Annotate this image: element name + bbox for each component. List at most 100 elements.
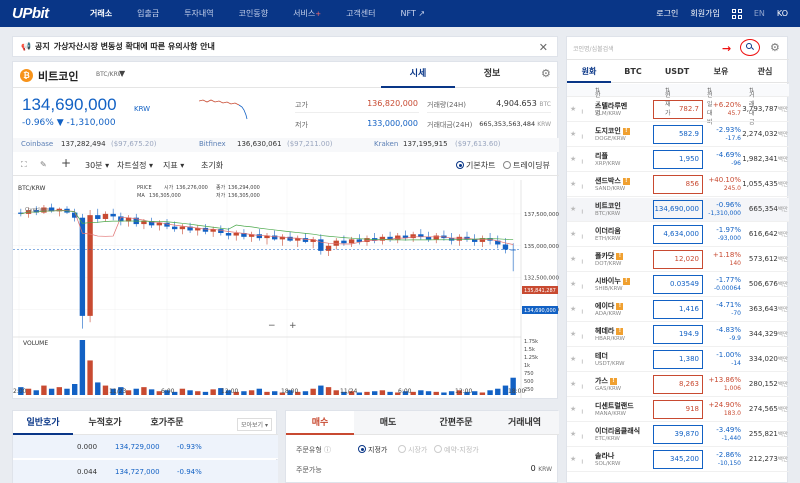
nav-service-label: 서비스 — [293, 9, 316, 18]
star-icon[interactable]: ★ — [570, 280, 576, 288]
star-icon[interactable]: ★ — [570, 230, 576, 238]
info-icon[interactable]: ⓘ — [324, 446, 331, 454]
lang-en[interactable]: EN — [754, 9, 765, 18]
nav-support[interactable]: 고객센터 — [346, 8, 375, 19]
market-row[interactable]: ★ ╷ 리플 XRP/KRW 1,950 -4.69% -96 1,982,341백만 — [567, 148, 789, 172]
nav-exchange[interactable]: 거래소 — [90, 8, 112, 19]
nav-trends[interactable]: 코인동향 — [239, 8, 268, 19]
coin-volume: 344,329백만 — [741, 330, 788, 338]
tab-holdings[interactable]: 보유 — [699, 61, 743, 83]
tab-normal-orderbook[interactable]: 일반호가 — [13, 411, 73, 435]
search-icon[interactable] — [740, 39, 760, 56]
star-icon[interactable]: ★ — [570, 305, 576, 313]
market-row[interactable]: ★ ╷ 스텔라루멘 XLM/KRW 782.7 +6.20% 45.7 3,793,787백만 — [567, 98, 789, 122]
gear-icon[interactable]: ⚙ — [541, 67, 551, 80]
tab-sell[interactable]: 매도 — [354, 411, 422, 435]
candlestick-chart[interactable]: BTC/KRW Overlays PRICE 시가 136,276,000 종가… — [13, 180, 559, 398]
market-row[interactable]: ★ ╷ 테더 USDT/KRW 1,380 -1.00% -14 334,020백만 — [567, 348, 789, 372]
orderbook-row[interactable]: 0.000 134,729,000 -0.93% — [13, 435, 278, 459]
star-icon[interactable]: ★ — [570, 455, 576, 463]
reserve-order-radio[interactable]: 예약-지정가 — [434, 445, 479, 455]
tab-simple-order[interactable]: 간편주문 — [422, 411, 490, 435]
interval-select[interactable]: 30분 ▾ — [85, 160, 109, 171]
market-row[interactable]: ★ ╷ 가스! GAS/KRW 8,263 +13.86% 1,006 280,152백만 — [567, 373, 789, 397]
col-price[interactable]: 현재가 ⇅ — [665, 87, 671, 117]
market-row[interactable]: ★ ╷ 이더리움클래식 ETC/KRW 39,870 -3.49% -1,440 255,82… — [567, 423, 789, 447]
gear-icon[interactable]: ⚙ — [770, 41, 780, 54]
candle-body — [425, 236, 432, 240]
coin-price: 856 — [653, 175, 703, 194]
market-row[interactable]: ★ ╷ 에이다! ADA/KRW 1,416 -4.71% -70 363,643백만 — [567, 298, 789, 322]
tab-btc[interactable]: BTC — [611, 61, 655, 83]
tab-info[interactable]: 정보 — [455, 62, 529, 88]
market-row[interactable]: ★ ╷ 솔라나 SOL/KRW 345,200 -2.86% -10,150 212,273백… — [567, 448, 789, 472]
coin-change-pct: +13.86% — [708, 376, 741, 384]
star-icon[interactable]: ★ — [570, 205, 576, 213]
col-name[interactable]: 한글명 ⇅ — [595, 87, 601, 117]
volume-bar — [302, 391, 309, 395]
star-icon[interactable]: ★ — [570, 380, 576, 388]
candle-body — [502, 244, 509, 250]
market-row[interactable]: ★ ╷ 디센트럴랜드 MANA/KRW 918 +24.90% 183.0 274,565백만 — [567, 398, 789, 422]
coin-name: 스텔라루멘 — [595, 101, 627, 111]
tab-quote[interactable]: 시세 — [381, 62, 455, 88]
nav-deposit[interactable]: 입출금 — [137, 8, 159, 19]
chart-settings-button[interactable]: 차트설정 ▾ — [117, 160, 153, 171]
apps-grid-icon[interactable] — [731, 8, 742, 19]
tab-orderbook-order[interactable]: 호가주문 — [137, 411, 197, 435]
star-icon[interactable]: ★ — [570, 130, 576, 138]
tab-buy[interactable]: 매수 — [286, 411, 354, 435]
lang-ko[interactable]: KO — [777, 9, 788, 18]
overlays-label[interactable]: Overlays — [25, 207, 49, 213]
search-input[interactable]: 코인명/심볼검색 — [573, 44, 614, 53]
market-row[interactable]: ★ ╷ 시바이누! SHIB/KRW 0.03549 -1.77% -0.00064 506,… — [567, 273, 789, 297]
nav-service[interactable]: 서비스+ — [293, 8, 321, 19]
market-order-radio[interactable]: 시장가 — [398, 445, 427, 455]
chevron-down-icon[interactable]: ▼ — [119, 69, 125, 78]
indicator-button[interactable]: 지표 ▾ — [163, 160, 184, 171]
star-icon[interactable]: ★ — [570, 405, 576, 413]
market-row[interactable]: ★ ╷ 이더리움 ETH/KRW 4,634,000 -1.97% -93,000 616,6… — [567, 223, 789, 247]
reset-button[interactable]: 초기화 — [201, 160, 223, 171]
star-icon[interactable]: ★ — [570, 155, 576, 163]
tradingview-radio[interactable]: 트레이딩뷰 — [503, 160, 550, 171]
signup-link[interactable]: 회원가입 — [690, 8, 719, 19]
basic-chart-radio[interactable]: 기본차트 — [456, 160, 495, 171]
col-change[interactable]: 전일대비 ⇅ — [707, 87, 713, 126]
tab-favorites[interactable]: 관심 — [743, 61, 787, 83]
login-link[interactable]: 로그인 — [656, 8, 678, 19]
market-row[interactable]: ★ ╷ 비트코인 BTC/KRW 134,690,000 -0.96% -1,310,000… — [567, 198, 789, 222]
coin-name[interactable]: 비트코인 — [38, 68, 78, 84]
star-icon[interactable]: ★ — [570, 255, 576, 263]
nav-nft[interactable]: NFT ↗ — [401, 9, 426, 18]
market-row[interactable]: ★ ╷ 도지코인! DOGE/KRW 582.9 -2.93% -17.6 2,274,032… — [567, 123, 789, 147]
close-icon[interactable]: ✕ — [539, 41, 548, 54]
pencil-icon[interactable]: ✎ — [40, 160, 47, 169]
star-icon[interactable]: ★ — [570, 180, 576, 188]
tab-cumulative-orderbook[interactable]: 누적호가 — [75, 411, 135, 435]
tab-krw[interactable]: 원화 — [567, 61, 611, 83]
notice-banner[interactable]: 📢 공지 가상자산시장 변동성 확대에 따른 유의사항 안내 ✕ — [12, 36, 558, 57]
upbit-logo[interactable]: UPbit — [12, 5, 90, 22]
expand-icon[interactable]: ⛶ — [21, 160, 27, 170]
current-price: 134,690,000 — [22, 95, 117, 114]
zoom-in-button[interactable]: + — [289, 321, 297, 331]
market-row[interactable]: ★ ╷ 샌드박스! SAND/KRW 856 +40.10% 245.0 1,055,435백… — [567, 173, 789, 197]
group-select[interactable]: 모아보기 ▾ — [237, 418, 272, 431]
crosshair-icon[interactable]: + — [61, 156, 71, 170]
nav-investments[interactable]: 투자내역 — [184, 8, 213, 19]
zoom-out-button[interactable]: − — [268, 321, 276, 331]
market-row[interactable]: ★ ╷ 헤데라! HBAR/KRW 194.9 -4.83% -9.9 344,329백만 — [567, 323, 789, 347]
market-row[interactable]: ★ ╷ 폴카닷! DOT/KRW 12,020 +1.18% 140 573,612백만 — [567, 248, 789, 272]
star-icon[interactable]: ★ — [570, 355, 576, 363]
col-volume[interactable]: 거래대금 ⇅ — [749, 87, 755, 126]
tab-usdt[interactable]: USDT — [655, 61, 699, 83]
orderbook-row[interactable]: 0.044 134,727,000 -0.94% — [13, 460, 278, 483]
tab-trade-history[interactable]: 거래내역 — [490, 411, 559, 435]
chart-bar-icon: ╷ — [580, 306, 585, 314]
star-icon[interactable]: ★ — [570, 105, 576, 113]
star-icon[interactable]: ★ — [570, 330, 576, 338]
star-icon[interactable]: ★ — [570, 430, 576, 438]
limit-order-radio[interactable]: 지정가 — [358, 445, 387, 455]
volume-bar — [272, 391, 278, 395]
